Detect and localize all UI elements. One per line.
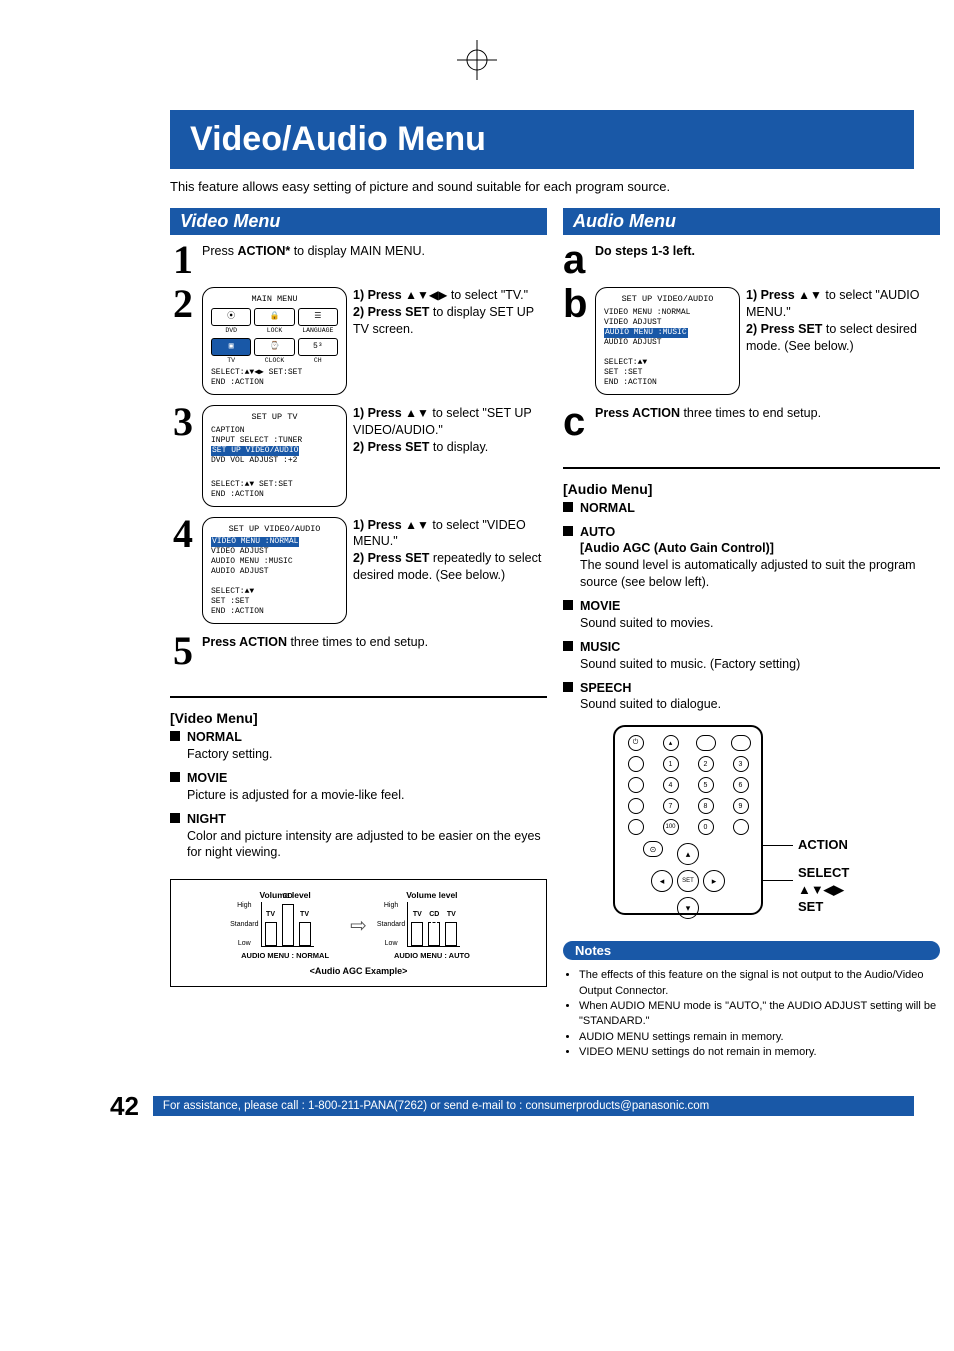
set-button: SET [677,870,699,892]
intro-text: This feature allows easy setting of pict… [170,179,914,194]
arrows-icon: ▲▼ [405,518,429,532]
audio-step-c: c Press ACTION three times to end setup. [563,405,940,439]
page-number: 42 [110,1091,139,1122]
divider [170,696,547,698]
video-step-4: 4 SET UP VIDEO/AUDIO VIDEO MENU :NORMAL … [170,517,547,625]
remote-button [628,756,644,772]
audio-menu-subhead: [Audio Menu] [563,481,940,497]
video-bullet-night: NIGHTColor and picture intensity are adj… [170,810,547,862]
remote-button [731,735,751,751]
osd-main-menu: MAIN MENU ⦿DVD 🔒LOCK ☰LANGUAGE ▣TV ⌚CLOC… [202,287,347,395]
action-button: ⊙ [643,841,663,857]
remote-key-100: 100 [663,819,679,835]
note-item: When AUDIO MENU mode is "AUTO," the AUDI… [579,999,940,1030]
footer: 42 For assistance, please call : 1-800-2… [110,1091,914,1122]
square-bullet-icon [563,526,573,536]
remote-key-8: 8 [698,798,714,814]
lock-icon: 🔒 [254,308,294,326]
remote-key-1: 1 [663,756,679,772]
video-bullet-movie: MOVIEPicture is adjusted for a movie-lik… [170,769,547,804]
remote-button [628,777,644,793]
square-bullet-icon [170,731,180,741]
osd-setup-tv: SET UP TV CAPTION INPUT SELECT :TUNER SE… [202,405,347,507]
video-step-1: 1 Press ACTION* to display MAIN MENU. [170,243,547,277]
square-bullet-icon [563,600,573,610]
notes-heading: Notes [563,941,940,960]
ch-icon: 5³ [298,338,338,356]
arrows-icon: ▲▼◀▶ [405,288,447,302]
remote-button: ⏻ [628,735,644,751]
video-menu-subhead: [Video Menu] [170,710,547,726]
step-number: 3 [170,405,196,439]
square-bullet-icon [563,502,573,512]
remote-key-6: 6 [733,777,749,793]
step-number: 2 [170,287,196,321]
callout-select: SELECT ▲▼◀▶ SET [798,865,849,916]
audio-bullet-speech: SPEECHSound suited to dialogue. [563,679,940,714]
step-number: 1 [170,243,196,277]
right-button: ▸ [703,870,725,892]
agc-diagram: Volume level High Standard Low TV CD TV [170,879,547,987]
remote-key-9: 9 [733,798,749,814]
video-bullet-normal: NORMALFactory setting. [170,728,547,763]
remote-diagram: ⏻ ▴ 1 2 3 4 5 6 7 8 9 100 0 ⊙ ▴ ◂ SET ▸ ▾ [563,725,940,925]
remote-key-4: 4 [663,777,679,793]
divider [563,467,940,469]
remote-button [696,735,716,751]
note-item: The effects of this feature on the signa… [579,968,940,999]
callout-action: ACTION [798,837,848,854]
remote-button [628,819,644,835]
video-step-5: 5 Press ACTION three times to end setup. [170,634,547,668]
arrows-icon: ▲▼ [405,406,429,420]
remote-key-0: 0 [698,819,714,835]
step-letter: b [563,287,589,321]
audio-bullet-normal: NORMAL [563,499,940,517]
video-heading: Video Menu [170,208,547,235]
remote-button: ▴ [663,735,679,751]
language-icon: ☰ [298,308,338,326]
clock-icon: ⌚ [254,338,294,356]
audio-bullet-movie: MOVIESound suited to movies. [563,597,940,632]
audio-bullet-music: MUSICSound suited to music. (Factory set… [563,638,940,673]
note-item: VIDEO MENU settings do not remain in mem… [579,1045,940,1060]
step-number: 5 [170,634,196,668]
note-item: AUDIO MENU settings remain in memory. [579,1030,940,1045]
audio-column: Audio Menu a Do steps 1-3 left. b SET UP… [563,208,940,1061]
arrow-right-icon: ⇨ [350,913,367,938]
osd-setup-va: SET UP VIDEO/AUDIO VIDEO MENU :NORMAL VI… [202,517,347,625]
remote-key-2: 2 [698,756,714,772]
arrows-icon: ▲▼ [798,288,822,302]
square-bullet-icon [563,641,573,651]
notes-list: The effects of this feature on the signa… [563,968,940,1060]
dvd-icon: ⦿ [211,308,251,326]
square-bullet-icon [563,682,573,692]
square-bullet-icon [170,813,180,823]
tv-icon: ▣ [211,338,251,356]
remote-button [733,819,749,835]
remote-key-3: 3 [733,756,749,772]
step-number: 4 [170,517,196,551]
audio-step-b: b SET UP VIDEO/AUDIO VIDEO MENU :NORMAL … [563,287,940,395]
audio-step-a: a Do steps 1-3 left. [563,243,940,277]
remote-key-7: 7 [663,798,679,814]
down-button: ▾ [677,897,699,919]
step-letter: c [563,405,589,439]
up-button: ▴ [677,843,699,865]
audio-bullet-auto: AUTO[Audio AGC (Auto Gain Control)]The s… [563,523,940,592]
left-button: ◂ [651,870,673,892]
video-step-2: 2 MAIN MENU ⦿DVD 🔒LOCK ☰LANGUAGE ▣TV ⌚CL… [170,287,547,395]
square-bullet-icon [170,772,180,782]
page-title: Video/Audio Menu [170,110,914,169]
audio-heading: Audio Menu [563,208,940,235]
osd-setup-va-b: SET UP VIDEO/AUDIO VIDEO MENU :NORMAL VI… [595,287,740,395]
registration-mark-icon [457,40,497,80]
footer-bar: For assistance, please call : 1-800-211-… [153,1096,914,1116]
step-letter: a [563,243,589,277]
video-step-3: 3 SET UP TV CAPTION INPUT SELECT :TUNER … [170,405,547,507]
remote-key-5: 5 [698,777,714,793]
video-column: Video Menu 1 Press ACTION* to display MA… [170,208,547,1061]
remote-button [628,798,644,814]
